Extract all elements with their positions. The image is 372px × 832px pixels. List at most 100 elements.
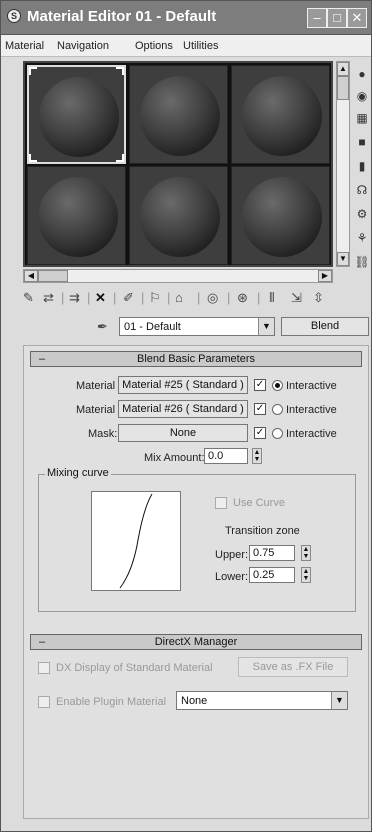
use-curve-checkbox[interactable]: [215, 497, 227, 509]
material-sphere: [140, 177, 220, 257]
material1-interactive-radio[interactable]: [272, 380, 283, 391]
make-preview-icon[interactable]: ☊: [353, 181, 371, 199]
upper-field[interactable]: 0.75: [249, 545, 295, 561]
close-button[interactable]: ✕: [347, 8, 367, 28]
mix-amount-label: Mix Amount:: [144, 452, 205, 464]
sample-type-sphere-icon[interactable]: ●: [353, 65, 371, 83]
plugin-material-combo[interactable]: None ▼: [176, 691, 348, 710]
material-type-button[interactable]: Blend: [281, 317, 369, 336]
material-sphere: [242, 76, 322, 156]
lower-spinner[interactable]: ▲ ▼: [301, 567, 311, 583]
select-by-material-icon[interactable]: ⚘: [353, 229, 371, 247]
scroll-up-arrow-icon[interactable]: ▲: [337, 62, 349, 76]
toolbar-separator: |: [141, 290, 145, 305]
eyedropper-icon[interactable]: ✒: [97, 319, 108, 335]
chevron-down-icon[interactable]: ▼: [331, 692, 347, 709]
mixing-curve-label: Mixing curve: [45, 467, 111, 479]
backlight-icon[interactable]: ◉: [353, 87, 371, 105]
minimize-button[interactable]: –: [307, 8, 327, 28]
sample-uv-tiling-icon[interactable]: ■: [353, 133, 371, 151]
video-color-check-icon[interactable]: ▮: [353, 157, 371, 175]
material2-enable-checkbox[interactable]: ✓: [254, 403, 266, 415]
maximize-button[interactable]: □: [327, 8, 347, 28]
reset-map-icon[interactable]: ✕: [95, 290, 106, 306]
sample-slot-2[interactable]: [129, 65, 228, 164]
mask-enable-checkbox[interactable]: ✓: [254, 427, 266, 439]
plugin-material-value: None: [181, 695, 208, 707]
put-to-library-icon[interactable]: ⚐: [149, 290, 161, 306]
parameters-panel: – Blend Basic Parameters Material 1: Mat…: [23, 345, 369, 819]
upper-label: Upper:: [215, 549, 249, 561]
mask-button[interactable]: None: [118, 424, 248, 442]
slot-corner-marker: [116, 67, 124, 75]
background-checker-icon[interactable]: ▦: [353, 109, 371, 127]
show-end-result-icon[interactable]: ⊛: [237, 290, 248, 306]
collapse-icon: –: [39, 353, 46, 365]
slot-corner-marker: [116, 154, 124, 162]
scroll-thumb[interactable]: [38, 270, 68, 282]
mix-amount-field[interactable]: 0.0: [204, 448, 248, 464]
sample-slot-1[interactable]: [27, 65, 126, 164]
directx-rollout-header[interactable]: – DirectX Manager: [30, 634, 362, 650]
material-toolbar: ✎ ⇄ | ⇉ | ✕ | ✐ | ⚐ | ⌂ | ◎ | ⊛ | ⦀ ⇲ ⇳: [23, 290, 369, 310]
mixing-curve-graph: [91, 491, 181, 591]
slot-corner-marker: [29, 67, 37, 75]
scroll-right-arrow-icon[interactable]: ▶: [318, 270, 332, 282]
sample-slots-grid: [23, 61, 333, 267]
window-title: Material Editor 01 - Default: [27, 8, 217, 25]
go-forward-to-sibling-icon[interactable]: ⇲: [291, 290, 302, 306]
make-unique-icon[interactable]: ✐: [123, 290, 134, 306]
dx-display-checkbox[interactable]: [38, 662, 50, 674]
material-name-row: ✒ 01 - Default ▼ Blend: [1, 317, 372, 339]
material-editor-window: S Material Editor 01 - Default – □ ✕ Mat…: [0, 0, 372, 832]
blend-params-rollout-header[interactable]: – Blend Basic Parameters: [30, 351, 362, 367]
mask-interactive-radio[interactable]: [272, 428, 283, 439]
menu-navigation[interactable]: Navigation: [57, 40, 109, 52]
material-name-combo[interactable]: 01 - Default ▼: [119, 317, 275, 336]
menu-material[interactable]: Material: [5, 40, 44, 52]
go-to-parent-icon[interactable]: ⦀: [269, 290, 275, 306]
scroll-left-arrow-icon[interactable]: ◀: [24, 270, 38, 282]
lower-label: Lower:: [215, 571, 249, 583]
assign-to-selection-icon[interactable]: ⇉: [69, 290, 80, 306]
slots-vertical-scrollbar[interactable]: ▲ ▼: [336, 61, 350, 267]
mask-label: Mask:: [88, 428, 118, 440]
slots-horizontal-scrollbar[interactable]: ◀ ▶: [23, 269, 333, 283]
menu-utilities[interactable]: Utilities: [183, 40, 218, 52]
close-icon: ✕: [351, 10, 363, 25]
material-map-navigator-icon[interactable]: ⛓: [353, 253, 371, 271]
material1-enable-checkbox[interactable]: ✓: [254, 379, 266, 391]
upper-spinner[interactable]: ▲ ▼: [301, 545, 311, 561]
collapse-icon: –: [39, 636, 46, 648]
sample-slot-4[interactable]: [27, 166, 126, 265]
blend-params-title: Blend Basic Parameters: [137, 353, 255, 365]
get-material-icon[interactable]: ✎: [23, 290, 34, 306]
chevron-down-icon[interactable]: ▼: [258, 318, 274, 335]
material2-button[interactable]: Material #26 ( Standard ): [118, 400, 248, 418]
show-map-in-viewport-icon[interactable]: ◎: [207, 290, 218, 306]
put-to-scene-icon[interactable]: ⇄: [43, 290, 54, 306]
title-bar[interactable]: S Material Editor 01 - Default – □ ✕: [1, 1, 371, 35]
material-id-channel-icon[interactable]: ⌂: [175, 290, 183, 305]
material-sphere: [39, 77, 119, 157]
mix-amount-spinner[interactable]: ▲ ▼: [252, 448, 262, 464]
toolbar-separator: |: [167, 290, 171, 305]
options-icon[interactable]: ⚙: [353, 205, 371, 223]
material1-button[interactable]: Material #25 ( Standard ): [118, 376, 248, 394]
mixing-curve-line: [119, 493, 153, 589]
extra-tool-icon[interactable]: ⇳: [313, 290, 324, 306]
use-curve-label: Use Curve: [233, 497, 285, 509]
enable-plugin-checkbox[interactable]: [38, 696, 50, 708]
toolbar-separator: |: [113, 290, 117, 305]
material2-interactive-radio[interactable]: [272, 404, 283, 415]
sample-slot-5[interactable]: [129, 166, 228, 265]
slot-corner-marker: [29, 154, 37, 162]
sample-slot-3[interactable]: [231, 65, 330, 164]
menu-options[interactable]: Options: [135, 40, 173, 52]
scroll-down-arrow-icon[interactable]: ▼: [337, 252, 349, 266]
toolbar-separator: |: [197, 290, 201, 305]
save-fx-button[interactable]: Save as .FX File: [238, 657, 348, 677]
scroll-thumb[interactable]: [337, 76, 349, 100]
lower-field[interactable]: 0.25: [249, 567, 295, 583]
sample-slot-6[interactable]: [231, 166, 330, 265]
